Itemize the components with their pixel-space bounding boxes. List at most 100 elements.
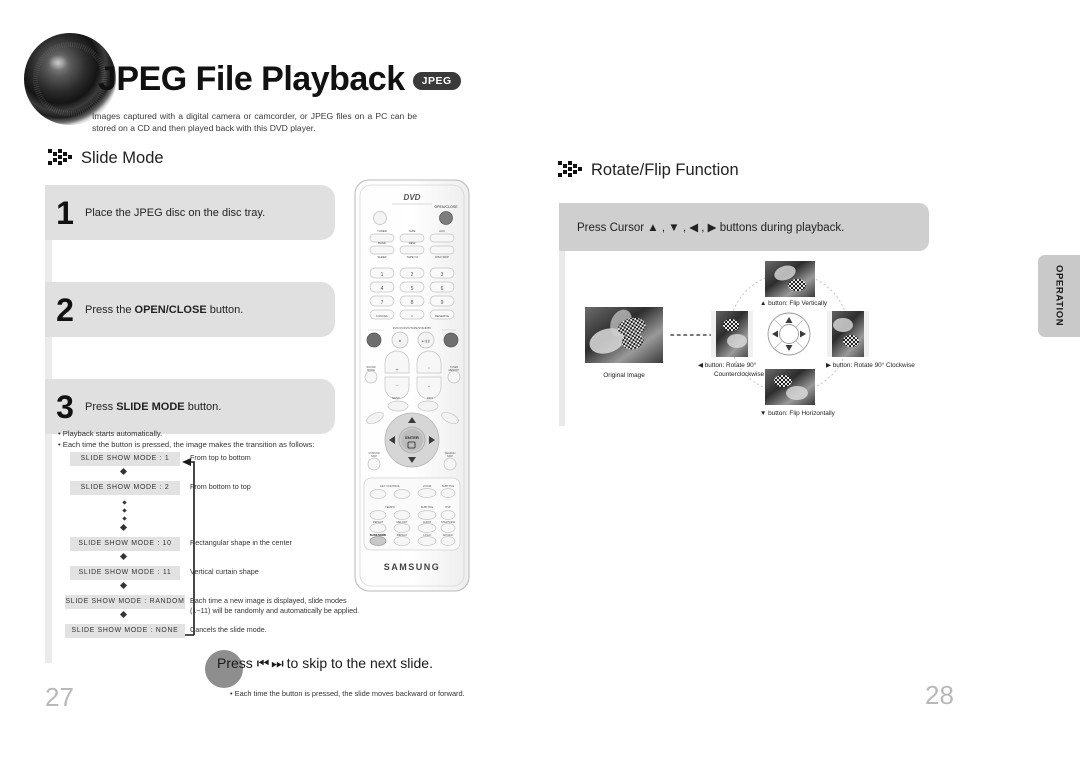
svg-text:MEMORY: MEMORY bbox=[449, 369, 460, 372]
svg-text:2: 2 bbox=[411, 272, 414, 278]
flow-desc: From bottom to top bbox=[190, 482, 251, 491]
svg-text:MELODY: MELODY bbox=[397, 520, 408, 524]
svg-text:⌃: ⌃ bbox=[427, 367, 431, 373]
step-text-pre: Press bbox=[85, 400, 117, 413]
step-text-bold: OPEN/CLOSE bbox=[134, 303, 207, 316]
svg-text:4: 4 bbox=[381, 286, 384, 292]
flow-dot-icon bbox=[121, 508, 127, 513]
flow-diamond-icon bbox=[119, 552, 128, 561]
svg-text:▶/❚❚: ▶/❚❚ bbox=[422, 339, 430, 343]
press-note: • Each time the button is pressed, the s… bbox=[230, 689, 465, 698]
svg-text:KEY CONTROL: KEY CONTROL bbox=[380, 484, 400, 488]
rotate-ccw-thumb bbox=[711, 311, 753, 357]
step-text: Press the OPEN/CLOSE button. bbox=[85, 304, 243, 316]
side-tab-operation[interactable]: OPERATION bbox=[1038, 255, 1080, 337]
rotate-cw-thumb bbox=[827, 311, 869, 357]
flow-diamond-icon bbox=[119, 467, 128, 476]
svg-text:8: 8 bbox=[411, 300, 414, 306]
svg-text:SKIP: SKIP bbox=[371, 454, 377, 458]
rotate-cw-label: ▶ button: Rotate 90° Clockwise bbox=[826, 362, 915, 369]
note-item: • Each time the button is pressed, the i… bbox=[58, 440, 315, 449]
press-skip-block: Press ⏮ ⏭ to skip to the next slide. • E… bbox=[205, 650, 525, 698]
svg-text:SLEEP: SLEEP bbox=[377, 255, 386, 259]
flow-diamond-icon bbox=[119, 523, 128, 532]
svg-text:5: 5 bbox=[411, 286, 414, 292]
flip-vertical-thumb bbox=[765, 261, 815, 297]
flow-diamond-icon bbox=[119, 581, 128, 590]
step-number: 2 bbox=[56, 291, 74, 328]
intro-paragraph: Images captured with a digital camera or… bbox=[92, 111, 417, 133]
section-heading-rotate-flip: Rotate/Flip Function bbox=[558, 160, 739, 180]
page-title-text: JPEG File Playback bbox=[98, 60, 405, 98]
page-number-left: 27 bbox=[45, 682, 74, 712]
svg-text:REPEAT: REPEAT bbox=[397, 533, 408, 537]
flow-desc: Cancels the slide mode. bbox=[190, 625, 267, 634]
cursor-pad-icon bbox=[767, 312, 811, 356]
original-image-caption: Original Image bbox=[603, 372, 645, 379]
svg-text:ENTER: ENTER bbox=[405, 435, 419, 440]
svg-text:−: − bbox=[395, 383, 399, 389]
flow-box: SLIDE SHOW MODE : 10 bbox=[70, 537, 180, 551]
svg-text:9: 9 bbox=[441, 300, 444, 306]
svg-text:DSP: DSP bbox=[445, 505, 451, 509]
cursor-instruction-bar: Press Cursor ▲ , ▼ , ◀ , ▶ buttons durin… bbox=[559, 203, 929, 251]
steps-list: 1 Place the JPEG disc on the disc tray. … bbox=[45, 185, 335, 434]
step-text: Press SLIDE MODE button. bbox=[85, 401, 221, 413]
flow-row: SLIDE SHOW MODE : NONE Cancels the slide… bbox=[65, 624, 490, 653]
flow-dot-icon bbox=[121, 500, 127, 505]
flip-horizontally-label: ▼ button: Flip Horizontally bbox=[760, 410, 835, 417]
svg-text:RESERVE: RESERVE bbox=[435, 314, 449, 318]
flow-desc: Each time a new image is displayed, slid… bbox=[190, 596, 360, 615]
jpeg-badge: JPEG bbox=[412, 72, 461, 90]
svg-text:TEMPO: TEMPO bbox=[385, 505, 396, 509]
svg-text:STEP/VIEW: STEP/VIEW bbox=[441, 520, 456, 524]
svg-text:REPEAT: REPEAT bbox=[373, 520, 384, 524]
svg-text:ADVANC: ADVANC bbox=[443, 533, 454, 537]
svg-text:LOGO: LOGO bbox=[423, 533, 431, 537]
page-title: JPEG File Playback JPEG bbox=[98, 60, 461, 99]
press-suffix: to skip to the next slide. bbox=[286, 655, 433, 671]
svg-text:TAPE: TAPE bbox=[408, 229, 415, 233]
svg-text:⌄: ⌄ bbox=[427, 383, 431, 389]
arrow-blocks-icon bbox=[558, 160, 584, 178]
svg-text:7: 7 bbox=[381, 300, 384, 306]
svg-text:BAND: BAND bbox=[378, 241, 386, 245]
svg-text:MENU: MENU bbox=[392, 396, 400, 400]
flow-box: SLIDE SHOW MODE : 2 bbox=[70, 481, 180, 495]
svg-text:CANCEL: CANCEL bbox=[376, 314, 389, 318]
side-tab-label: OPERATION bbox=[1053, 265, 1065, 327]
flow-box: SLIDE SHOW MODE : NONE bbox=[65, 624, 185, 638]
flow-desc: Rectangular shape in the center bbox=[190, 538, 292, 547]
step-text-post: button. bbox=[206, 303, 244, 316]
rotate-ccw-label-line2: Counterclockwise bbox=[714, 371, 765, 378]
section-heading-label: Rotate/Flip Function bbox=[591, 161, 739, 179]
step-text: Place the JPEG disc on the disc tray. bbox=[85, 207, 265, 219]
svg-text:SAMSUNG: SAMSUNG bbox=[384, 562, 441, 572]
step-item-2: 2 Press the OPEN/CLOSE button. bbox=[45, 282, 335, 337]
svg-text:SKIP: SKIP bbox=[447, 454, 453, 458]
note-item: • Playback starts automatically. bbox=[58, 429, 163, 438]
svg-text:AUX: AUX bbox=[439, 229, 445, 233]
svg-text:DISC SKIP: DISC SKIP bbox=[435, 255, 449, 259]
svg-text:AUDIO: AUDIO bbox=[423, 520, 431, 524]
step-text-bold: SLIDE MODE bbox=[116, 400, 185, 413]
svg-text:REW: REW bbox=[409, 241, 416, 245]
press-skip-text: Press ⏮ ⏭ to skip to the next slide. bbox=[205, 655, 525, 672]
remote-control-illustration: DVD OPEN/CLOSE TUNER TAPE AUX BAND REW SLEE… bbox=[352, 178, 472, 593]
svg-text:SUBTITLE: SUBTITLE bbox=[442, 484, 455, 488]
step-text-pre: Place the JPEG disc on the disc tray. bbox=[85, 206, 266, 219]
svg-text:ZOOM: ZOOM bbox=[423, 484, 431, 488]
notes-list: • Playback starts automatically. • Each … bbox=[58, 428, 358, 450]
step-text-pre: Press the bbox=[85, 303, 135, 316]
svg-text:INFO: INFO bbox=[427, 396, 433, 400]
section-heading-label: Slide Mode bbox=[81, 149, 164, 167]
svg-text:DVD: DVD bbox=[404, 193, 421, 202]
page-number-right: 28 bbox=[925, 680, 954, 710]
step-item-3: 3 Press SLIDE MODE button. bbox=[45, 379, 335, 434]
rotate-ccw-label-line1: ◀ button: Rotate 90° bbox=[698, 362, 757, 369]
flow-desc: From top to bottom bbox=[190, 453, 251, 462]
flip-vertically-label: ▲ button: Flip Vertically bbox=[760, 300, 828, 307]
flip-horizontal-thumb bbox=[765, 369, 815, 405]
svg-text:MODE: MODE bbox=[367, 368, 375, 372]
arrow-blocks-icon bbox=[48, 148, 74, 166]
